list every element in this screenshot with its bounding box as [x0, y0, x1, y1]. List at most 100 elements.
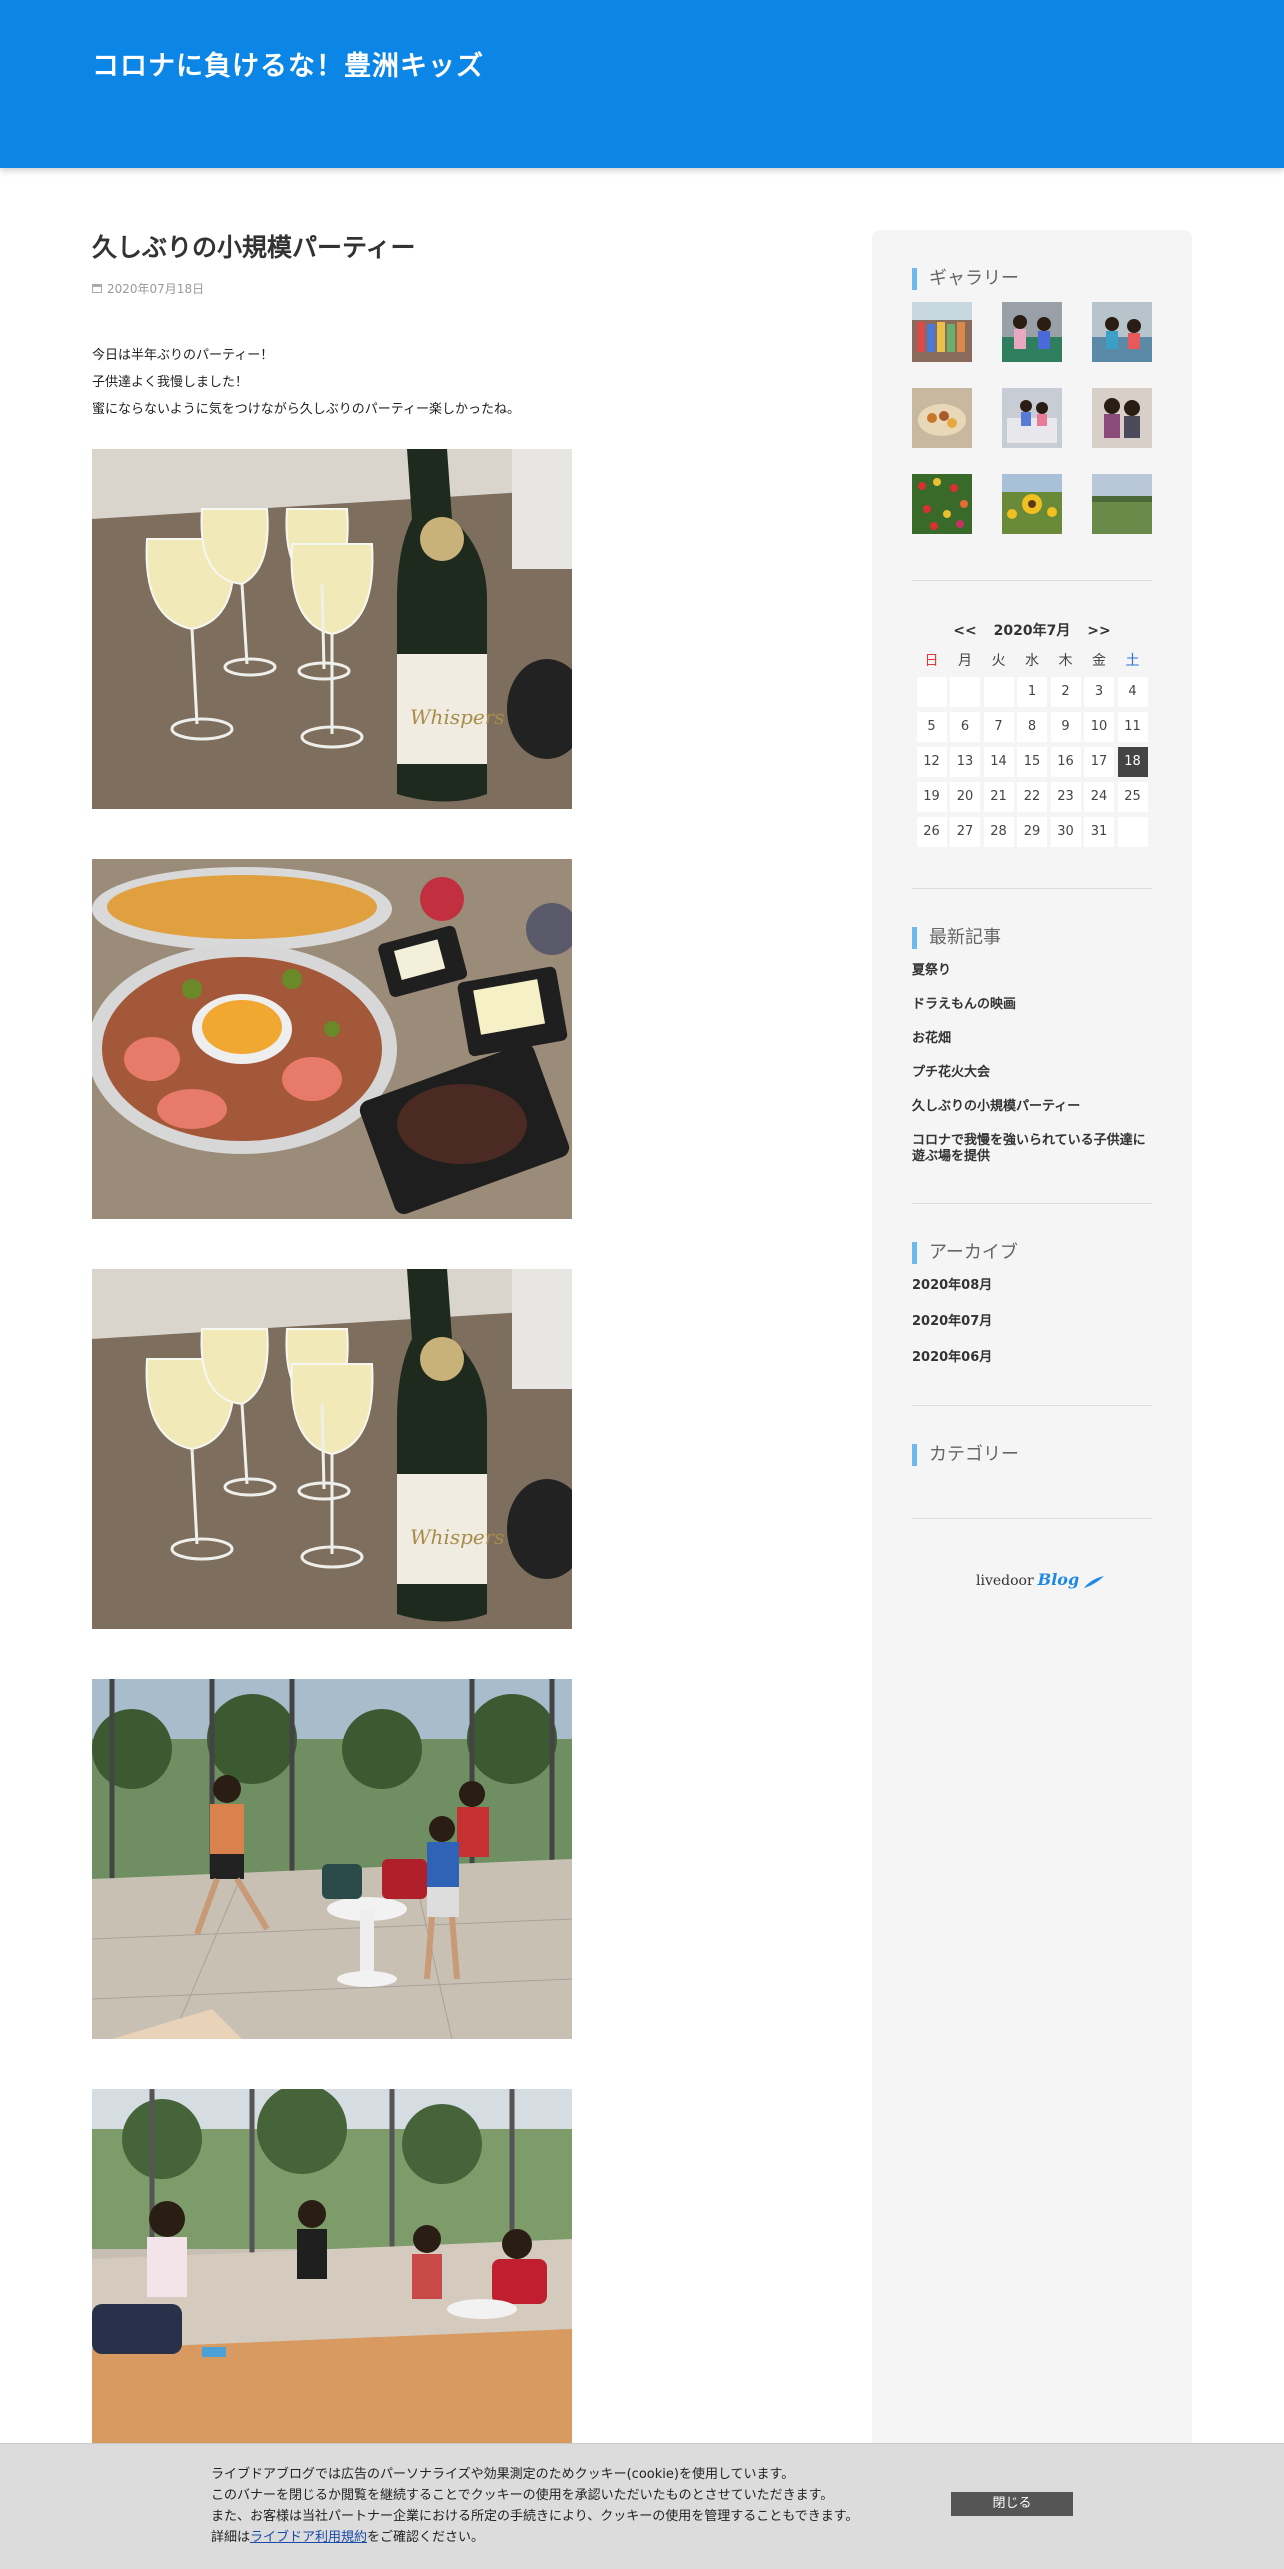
- calendar-day[interactable]: 22: [1017, 782, 1047, 812]
- sidebar: ギャラリー << 2020年7月 >> 日 月 火 水 木 金 土 1 2 3 …: [872, 230, 1192, 2568]
- calendar-day[interactable]: 11: [1117, 712, 1148, 742]
- calendar-day[interactable]: 9: [1050, 712, 1081, 742]
- calendar-day[interactable]: 18: [1117, 747, 1148, 777]
- gallery-thumb[interactable]: [912, 302, 972, 362]
- calendar-day[interactable]: 7: [983, 712, 1014, 742]
- divider: [912, 1203, 1152, 1204]
- archive-link[interactable]: 2020年07月: [912, 1314, 1152, 1330]
- calendar-day[interactable]: 30: [1050, 817, 1081, 847]
- champagne-image: Whispers: [92, 449, 572, 809]
- calendar-day[interactable]: 3: [1084, 677, 1114, 707]
- recent-posts-title: 最新記事: [912, 927, 1152, 949]
- gallery-thumb[interactable]: [912, 388, 972, 448]
- calendar-weekday: 火: [991, 653, 1006, 669]
- calendar-day[interactable]: 19: [916, 782, 947, 812]
- calendar-day[interactable]: 25: [1117, 782, 1148, 812]
- post-photo-kids[interactable]: [92, 1679, 572, 2039]
- calendar-day[interactable]: 21: [983, 782, 1014, 812]
- divider: [912, 1405, 1152, 1406]
- calendar-empty-cell: [916, 677, 947, 707]
- cookie-text: ライブドアブログでは広告のパーソナライズや効果測定のためクッキー(cookie)…: [211, 2464, 858, 2548]
- recent-post-link[interactable]: プチ花火大会: [912, 1065, 1152, 1081]
- calendar-next-link[interactable]: >>: [1087, 623, 1110, 639]
- calendar-day[interactable]: 4: [1117, 677, 1148, 707]
- recent-post-link[interactable]: 久しぶりの小規模パーティー: [912, 1099, 1152, 1115]
- post-date-text: 2020年07月18日: [107, 282, 205, 296]
- calendar-day[interactable]: 29: [1017, 817, 1047, 847]
- calendar-day[interactable]: 15: [1017, 747, 1047, 777]
- divider: [912, 580, 1152, 581]
- bottle-label-text: Whispers: [410, 1525, 505, 1549]
- calendar-day[interactable]: 16: [1050, 747, 1081, 777]
- post-body-line: 今日は半年ぶりのパーティー！: [92, 348, 274, 363]
- post-body: 今日は半年ぶりのパーティー！ 子供達よく我慢しました！ 蜜にならないように気をつ…: [92, 342, 732, 423]
- livedoor-blog-logo[interactable]: livedoor Blog: [976, 1570, 1105, 1589]
- post-body-line: 子供達よく我慢しました！: [92, 375, 249, 390]
- post-photo-food[interactable]: [92, 859, 572, 1219]
- calendar-weekday: 木: [1058, 653, 1073, 669]
- gallery-thumb[interactable]: [1002, 388, 1062, 448]
- calendar-day[interactable]: 10: [1084, 712, 1114, 742]
- calendar-day[interactable]: 1: [1017, 677, 1047, 707]
- post-body-line: 蜜にならないように気をつけながら久しぶりのパーティー楽しかったね。: [92, 402, 520, 417]
- terms-link[interactable]: ライブドア利用規約: [250, 2530, 367, 2545]
- calendar-weekday: 月: [958, 653, 972, 669]
- post-photo-champagne[interactable]: Whispers: [92, 449, 572, 809]
- recent-post-link[interactable]: ドラえもんの映画: [912, 997, 1152, 1013]
- cookie-prefix: 詳細は: [211, 2530, 251, 2545]
- calendar-day[interactable]: 28: [983, 817, 1014, 847]
- calendar-day[interactable]: 14: [983, 747, 1014, 777]
- post-photo-champagne-2[interactable]: Whispers: [92, 1269, 572, 1629]
- cookie-line: ライブドアブログでは広告のパーソナライズや効果測定のためクッキー(cookie)…: [211, 2467, 795, 2482]
- calendar-day[interactable]: 17: [1084, 747, 1114, 777]
- post-date: 2020年07月18日: [92, 280, 732, 297]
- gallery-thumb[interactable]: [912, 474, 972, 534]
- category-title: カテゴリー: [912, 1444, 1152, 1466]
- calendar-header: << 2020年7月 >>: [912, 620, 1152, 640]
- thumb-flowers-image: [912, 474, 972, 534]
- post-title[interactable]: 久しぶりの小規模パーティー: [92, 228, 732, 264]
- post-photo-kids-2[interactable]: [92, 2089, 572, 2449]
- gallery-thumb[interactable]: [1092, 474, 1152, 534]
- blog-text: Blog: [1037, 1570, 1080, 1589]
- site-title[interactable]: コロナに負けるな！豊洲キッズ: [92, 44, 484, 83]
- gallery-thumb[interactable]: [1092, 302, 1152, 362]
- calendar-day[interactable]: 8: [1017, 712, 1047, 742]
- kids-room-image: [92, 2089, 572, 2449]
- recent-post-link[interactable]: コロナで我慢を強いられている子供達に遊ぶ場を提供: [912, 1133, 1152, 1165]
- recent-post-link[interactable]: お花畑: [912, 1031, 1152, 1047]
- calendar-day[interactable]: 5: [916, 712, 947, 742]
- calendar-day[interactable]: 26: [916, 817, 947, 847]
- calendar-prev-link[interactable]: <<: [953, 623, 976, 639]
- calendar-day[interactable]: 27: [950, 817, 980, 847]
- thumb-field-image: [1092, 474, 1152, 534]
- thumb-sunflower-image: [1002, 474, 1062, 534]
- calendar-day[interactable]: 2: [1050, 677, 1081, 707]
- archive-link[interactable]: 2020年08月: [912, 1278, 1152, 1294]
- thumb-girls-image: [1092, 388, 1152, 448]
- gallery-widget: ギャラリー: [912, 268, 1152, 534]
- calendar-day[interactable]: 24: [1084, 782, 1114, 812]
- category-widget: カテゴリー: [912, 1444, 1152, 1466]
- archive-link[interactable]: 2020年06月: [912, 1350, 1152, 1366]
- recent-posts-widget: 最新記事 夏祭り ドラえもんの映画 お花畑 プチ花火大会 久しぶりの小規模パーテ…: [912, 927, 1152, 1165]
- calendar-day[interactable]: 13: [950, 747, 980, 777]
- gallery-thumb[interactable]: [1002, 302, 1062, 362]
- cookie-close-button[interactable]: 閉じる: [951, 2492, 1073, 2516]
- calendar-day[interactable]: 6: [950, 712, 980, 742]
- divider: [912, 888, 1152, 889]
- calendar-widget: << 2020年7月 >> 日 月 火 水 木 金 土 1 2 3 4 5 6 7 8 9 10 1…: [912, 620, 1152, 847]
- archive-widget: アーカイブ 2020年08月 2020年07月 2020年06月: [912, 1242, 1152, 1366]
- calendar-icon: [92, 284, 102, 293]
- calendar-weekday: 日: [924, 653, 939, 669]
- calendar-day[interactable]: 23: [1050, 782, 1081, 812]
- livedoor-text: livedoor: [976, 1573, 1034, 1589]
- gallery-thumb[interactable]: [1002, 474, 1062, 534]
- calendar-day[interactable]: 12: [916, 747, 947, 777]
- divider: [912, 1518, 1152, 1519]
- gallery-thumb[interactable]: [1092, 388, 1152, 448]
- champagne-image: Whispers: [92, 1269, 572, 1629]
- calendar-day[interactable]: 20: [950, 782, 980, 812]
- calendar-day[interactable]: 31: [1084, 817, 1114, 847]
- recent-post-link[interactable]: 夏祭り: [912, 963, 1152, 979]
